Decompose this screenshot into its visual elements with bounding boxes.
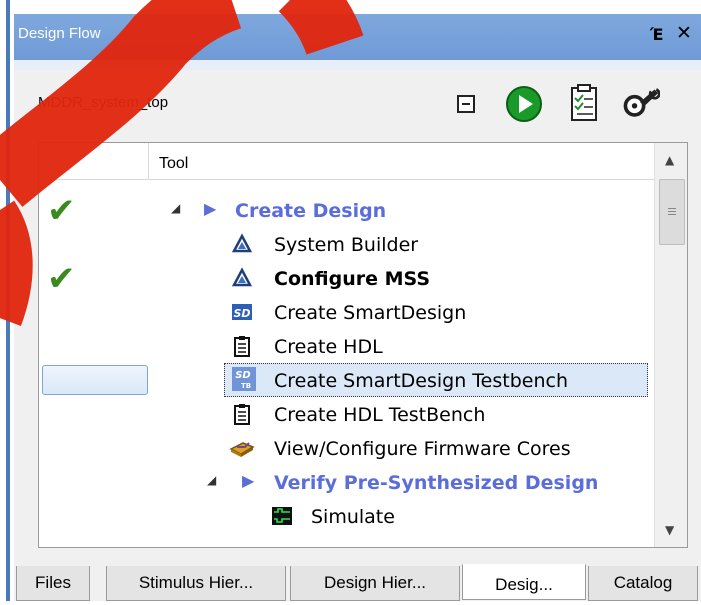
tree-row-create-hdl[interactable]: Create HDL (39, 329, 654, 363)
tree-label: Create SmartDesign Testbench (274, 370, 568, 392)
collapse-arrow-icon[interactable]: ◢ (171, 201, 180, 215)
system-builder-icon (231, 267, 253, 287)
report-icon[interactable] (564, 84, 604, 124)
vertical-scrollbar[interactable]: ▲ ▼ (654, 143, 687, 547)
tree-row-simulate[interactable]: Simulate (39, 499, 654, 533)
group-arrow-icon: ▶ (242, 471, 255, 490)
tab-files[interactable]: Files (16, 566, 90, 601)
scroll-thumb[interactable] (659, 179, 685, 245)
tree-column-header: Tool (39, 143, 654, 180)
panel-title: Design Flow (18, 25, 101, 42)
tool-tree: Tool ✔ ◢ ▶ Create Design System Builder … (38, 142, 688, 548)
row-selection-highlight (42, 365, 148, 395)
tree-label: Create SmartDesign (274, 302, 467, 324)
tree-label: Create Design (235, 200, 387, 222)
close-icon[interactable]: ✕ (676, 22, 692, 44)
tree-row-create-smartdesign[interactable]: SD Create SmartDesign (39, 295, 654, 329)
float-icon[interactable]: Έ (650, 25, 664, 44)
tree-row-configure-mss[interactable]: ✔ Configure MSS (39, 259, 654, 299)
tree-row-create-design[interactable]: ✔ ◢ ▶ Create Design (39, 191, 654, 231)
window-border (6, 0, 10, 601)
scroll-up-icon[interactable]: ▲ (665, 153, 674, 167)
tab-design-hierarchy[interactable]: Design Hier... (290, 566, 460, 601)
tab-catalog[interactable]: Catalog (588, 566, 698, 601)
tree-row-create-smartdesign-testbench[interactable]: SD TB Create SmartDesign Testbench (39, 363, 654, 397)
tree-label: Create HDL TestBench (274, 404, 486, 426)
scroll-down-icon[interactable]: ▼ (665, 523, 674, 537)
hdl-document-icon (234, 404, 250, 425)
system-builder-icon (231, 233, 253, 253)
tree-label: View/Configure Firmware Cores (274, 438, 571, 460)
group-arrow-icon: ▶ (204, 199, 217, 218)
testbench-icon-subtext: TB (241, 382, 251, 390)
smartdesign-icon: SD (232, 304, 252, 320)
tree-label: System Builder (274, 234, 419, 256)
collapse-arrow-icon[interactable]: ◢ (207, 473, 216, 487)
firmware-icon (229, 442, 255, 457)
smartdesign-testbench-icon: SD TB (232, 367, 256, 391)
design-name: MDDR_system_top (38, 94, 169, 111)
bottom-tabs: Files Stimulus Hier... Design Hier... De… (14, 564, 701, 601)
tree-label: Configure MSS (274, 268, 431, 290)
tree-row-view-configure-firmware-cores[interactable]: View/Configure Firmware Cores (39, 431, 654, 465)
testbench-icon-text: SD (235, 370, 251, 381)
column-separator[interactable] (148, 143, 149, 179)
run-icon[interactable] (504, 84, 544, 124)
left-edge (0, 0, 14, 601)
simulate-icon (272, 507, 292, 525)
tree-row-create-hdl-testbench[interactable]: Create HDL TestBench (39, 397, 654, 431)
tree-row-verify-pre-synthesized-design[interactable]: ◢ ▶ Verify Pre-Synthesized Design (39, 465, 654, 499)
column-header-tool[interactable]: Tool (159, 155, 188, 173)
tree-row-system-builder[interactable]: System Builder (39, 227, 654, 261)
tab-stimulus-hierarchy[interactable]: Stimulus Hier... (106, 566, 286, 601)
collapse-icon[interactable] (446, 84, 486, 124)
check-icon: ✔ (47, 191, 76, 231)
tree-label: Create HDL (274, 336, 383, 358)
panel-titlebar: Design Flow Έ ✕ (14, 0, 701, 70)
check-icon: ✔ (47, 259, 76, 299)
hdl-document-icon (234, 336, 250, 357)
tree-label: Verify Pre-Synthesized Design (274, 472, 599, 494)
toolbar: MDDR_system_top (14, 70, 701, 140)
smartdesign-icon-text: SD (233, 307, 250, 320)
settings-wrench-icon[interactable] (620, 84, 660, 124)
tab-design-flow[interactable]: Desig... (462, 564, 586, 600)
design-flow-panel: Design Flow Έ ✕ MDDR_system_top Tool ✔ ◢… (14, 0, 701, 601)
tree-label: Simulate (311, 506, 395, 528)
grip-icon (668, 208, 676, 216)
